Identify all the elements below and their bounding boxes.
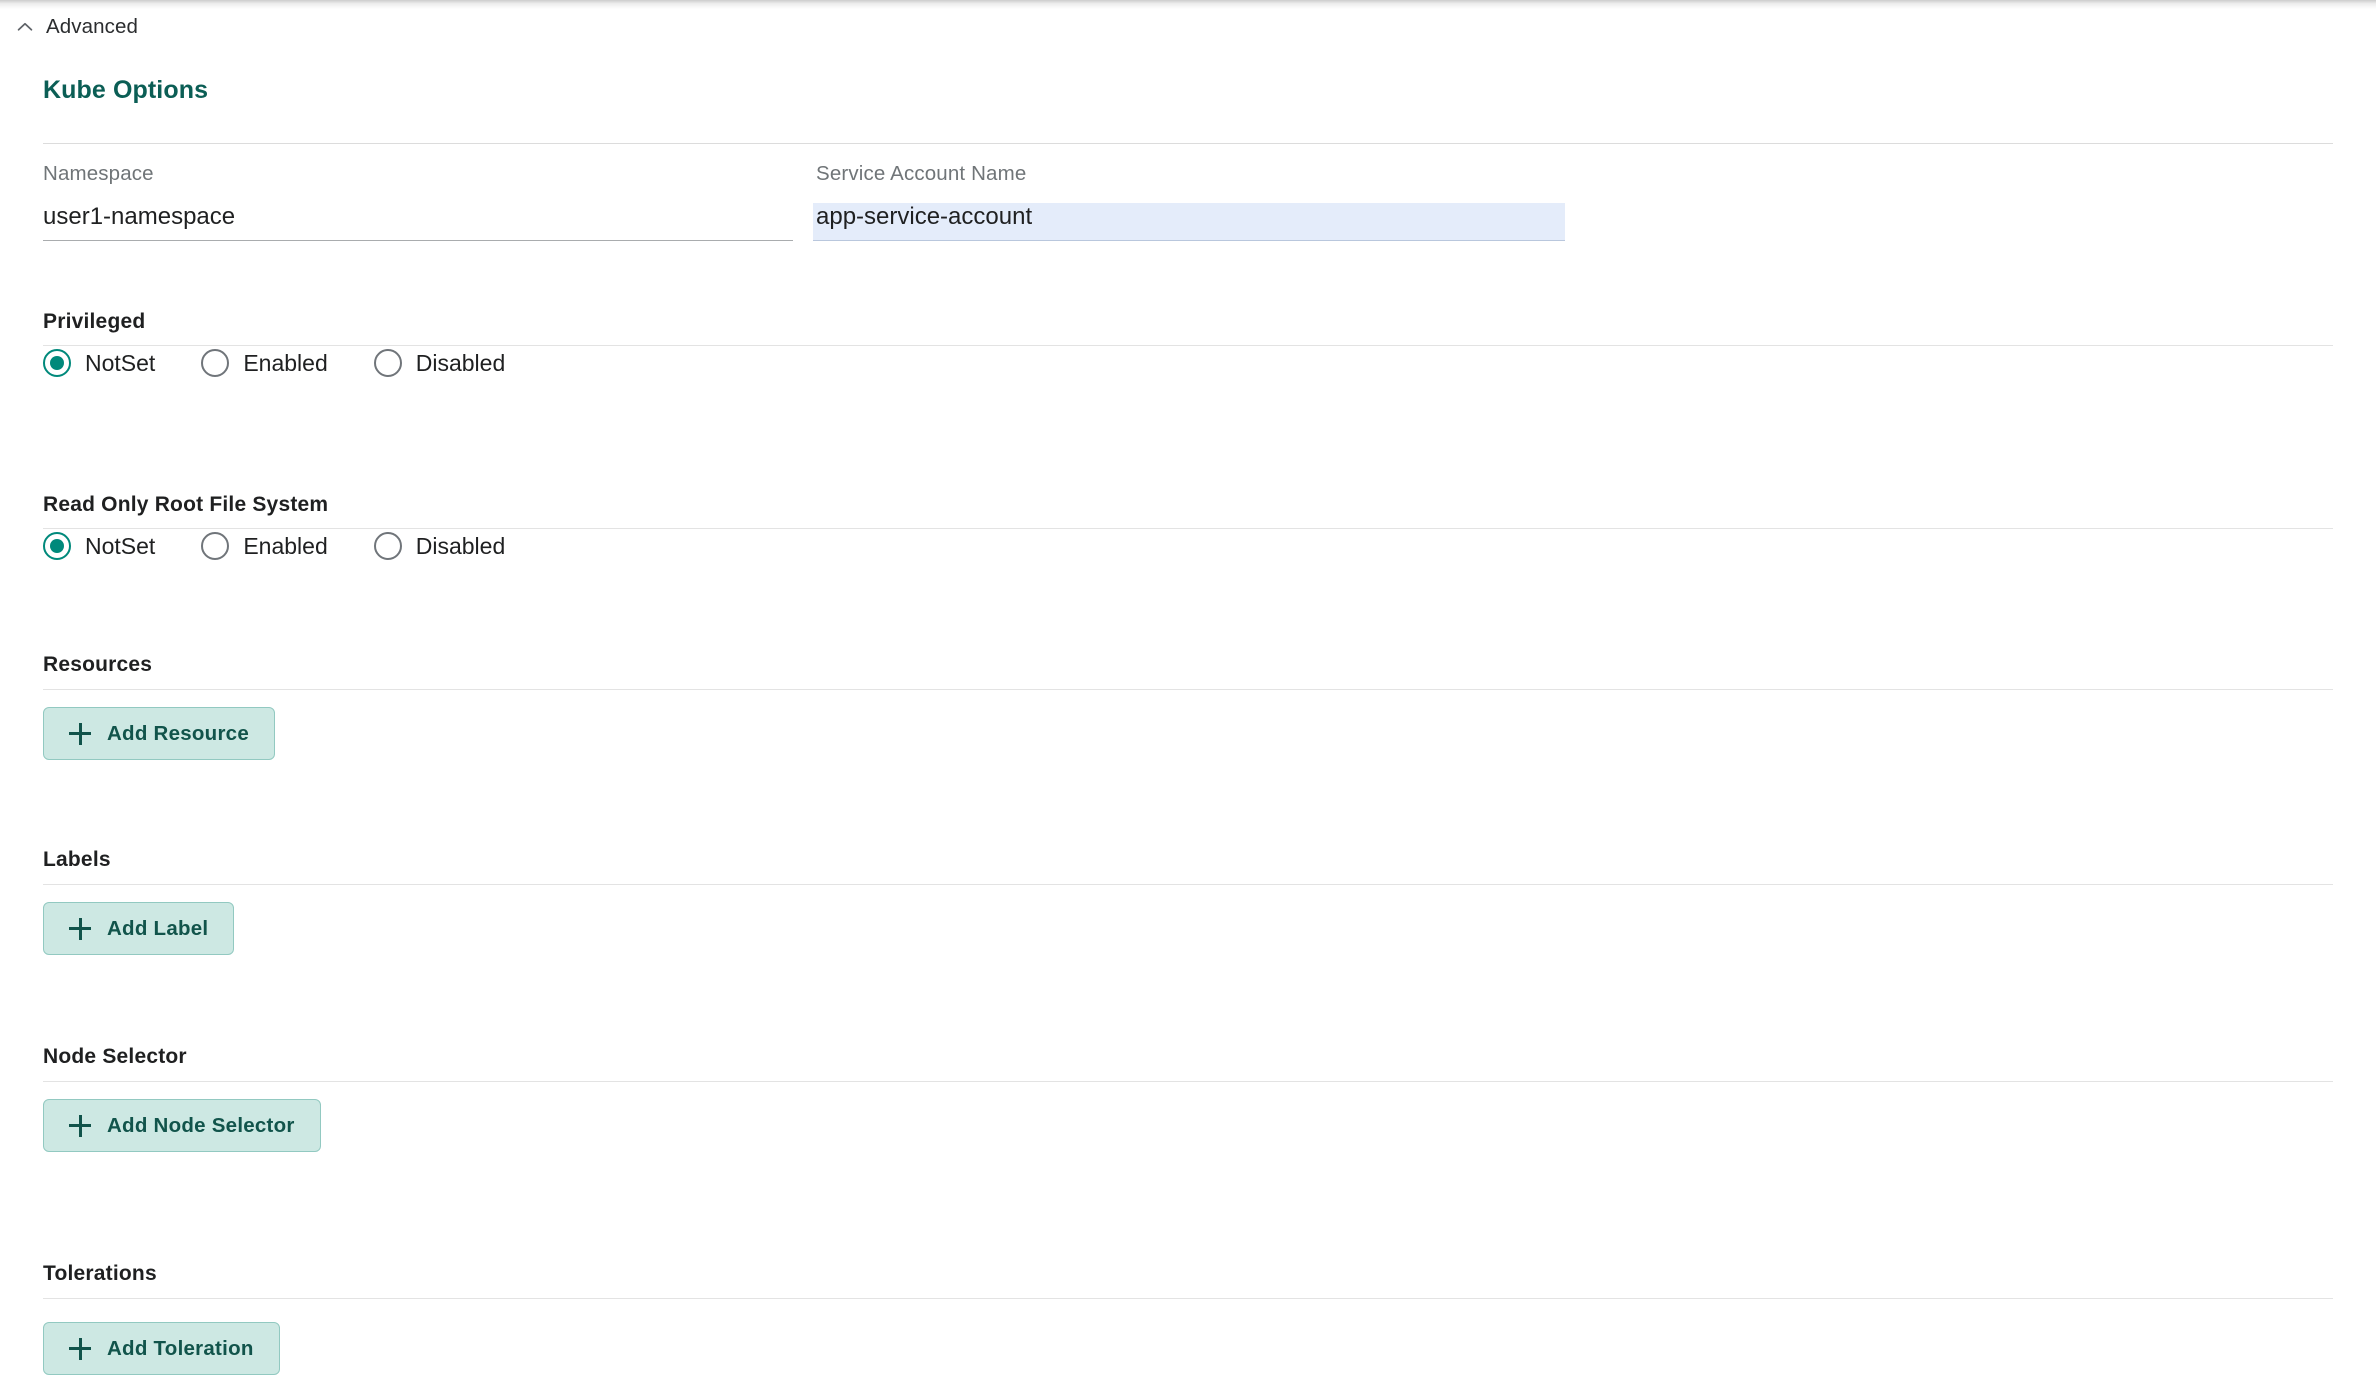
radio-label: Enabled	[243, 349, 328, 376]
section-title-privileged: Privileged	[43, 310, 146, 333]
radio-rorfs-enabled[interactable]: Enabled	[201, 532, 328, 560]
service-account-input[interactable]	[813, 203, 1565, 241]
add-toleration-label: Add Toleration	[107, 1336, 254, 1360]
advanced-label: Advanced	[46, 15, 138, 38]
section-title-tolerations: Tolerations	[43, 1262, 157, 1285]
add-node-selector-button[interactable]: Add Node Selector	[43, 1099, 321, 1152]
radio-mark-icon	[201, 349, 230, 377]
add-label-label: Add Label	[107, 916, 209, 940]
add-resource-button[interactable]: Add Resource	[43, 707, 275, 760]
plus-icon	[69, 1114, 91, 1137]
section-divider-labels	[43, 884, 2333, 885]
chevron-up-icon	[17, 22, 33, 31]
panel-title: Kube Options	[43, 76, 209, 104]
radio-label: Disabled	[415, 532, 506, 559]
section-divider-tolerations	[43, 1298, 2333, 1299]
namespace-field-group: Namespace	[43, 162, 793, 241]
namespace-label: Namespace	[43, 162, 154, 185]
radio-mark-icon	[373, 532, 402, 560]
radio-label: NotSet	[85, 532, 156, 559]
advanced-collapser[interactable]: Advanced	[14, 14, 138, 40]
add-node-selector-label: Add Node Selector	[107, 1113, 295, 1137]
scroll-shadow	[0, 0, 2376, 9]
radio-privileged-notset[interactable]: NotSet	[43, 349, 155, 377]
radio-label: NotSet	[85, 349, 156, 376]
section-title-node-selector: Node Selector	[43, 1045, 187, 1068]
radio-mark-selected-icon	[43, 349, 71, 377]
add-toleration-button[interactable]: Add Toleration	[43, 1322, 280, 1375]
radio-privileged-enabled[interactable]: Enabled	[201, 349, 328, 377]
radio-group-read-only-root-file-system: NotSet Enabled Disabled	[43, 532, 551, 560]
add-label-button[interactable]: Add Label	[43, 902, 235, 955]
radio-rorfs-notset[interactable]: NotSet	[43, 532, 155, 560]
add-resource-label: Add Resource	[107, 721, 249, 745]
radio-rorfs-disabled[interactable]: Disabled	[373, 532, 506, 560]
radio-mark-icon	[373, 349, 402, 377]
section-divider-node-selector	[43, 1081, 2333, 1082]
section-divider-resources	[43, 689, 2333, 690]
service-account-field-group: Service Account Name	[813, 162, 1568, 241]
radio-group-privileged: NotSet Enabled Disabled	[43, 349, 551, 377]
section-divider-privileged	[43, 345, 2333, 346]
plus-icon	[69, 722, 91, 745]
section-title-labels: Labels	[43, 848, 111, 871]
radio-privileged-disabled[interactable]: Disabled	[373, 349, 506, 377]
plus-icon	[69, 1337, 91, 1360]
radio-mark-selected-icon	[43, 532, 71, 560]
panel-title-divider	[43, 143, 2333, 144]
radio-mark-icon	[201, 532, 230, 560]
section-title-resources: Resources	[43, 653, 153, 676]
plus-icon	[69, 917, 91, 940]
namespace-input[interactable]	[43, 203, 793, 241]
section-divider-read-only-root-file-system	[43, 528, 2333, 529]
radio-label: Disabled	[415, 349, 506, 376]
section-title-read-only-root-file-system: Read Only Root File System	[43, 493, 329, 516]
radio-label: Enabled	[243, 532, 328, 559]
service-account-label: Service Account Name	[816, 162, 1027, 185]
